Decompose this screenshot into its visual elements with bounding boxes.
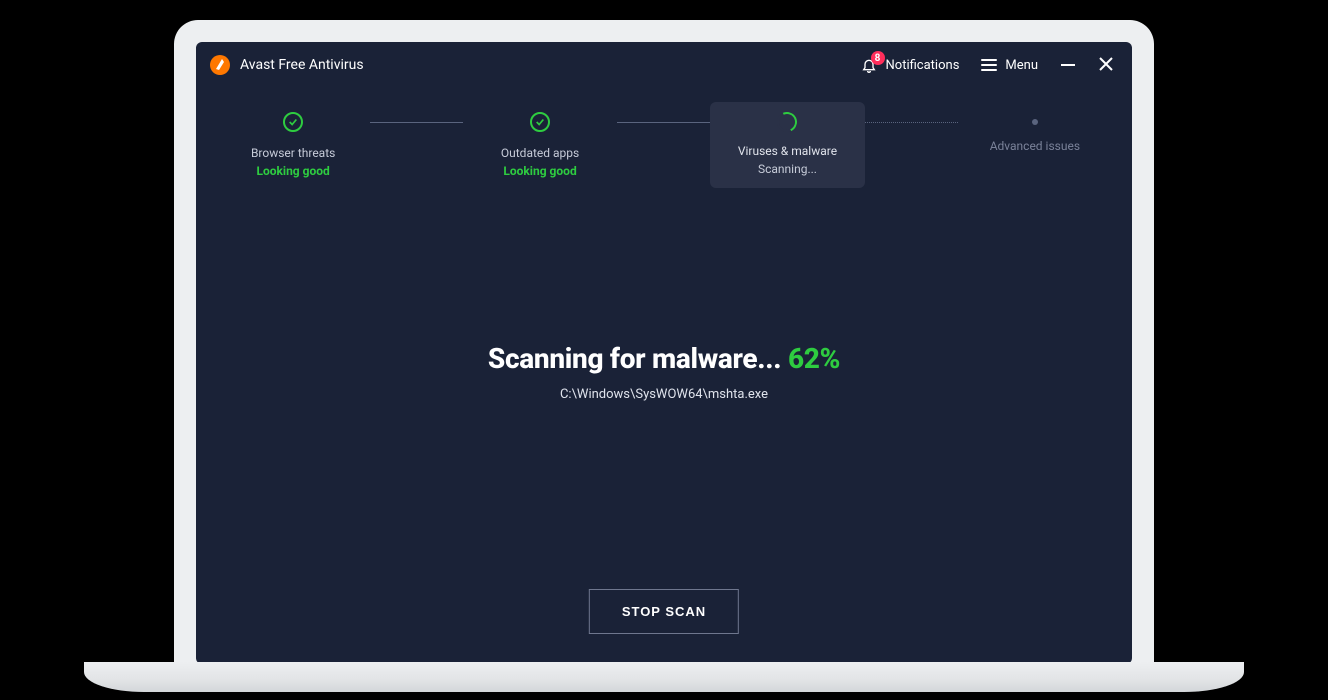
scan-status: Scanning for malware... 62% C:\Windows\S… (196, 342, 1132, 402)
hamburger-icon (981, 59, 997, 71)
menu-label: Menu (1005, 58, 1038, 73)
scan-headline: Scanning for malware... 62% (196, 342, 1132, 375)
headline-percent: 62% (788, 342, 840, 375)
step-connector (617, 122, 710, 123)
titlebar-right: 8 Notifications Menu (860, 56, 1115, 74)
step-status: Looking good (256, 164, 329, 178)
spinner-icon (775, 109, 801, 135)
titlebar: Avast Free Antivirus 8 Notifications Men… (196, 42, 1132, 88)
scan-steps: Browser threats Looking good Outdated ap… (196, 112, 1132, 188)
laptop-base (84, 662, 1244, 692)
stop-scan-button[interactable]: STOP SCAN (589, 589, 739, 634)
laptop-frame: Avast Free Antivirus 8 Notifications Men… (174, 20, 1154, 680)
check-circle-icon (283, 112, 303, 132)
close-icon (1099, 56, 1113, 75)
step-label: Viruses & malware (738, 144, 837, 158)
check-circle-icon (530, 112, 550, 132)
step-connector (370, 122, 463, 123)
notifications-label: Notifications (886, 58, 960, 73)
step-label: Outdated apps (501, 146, 579, 160)
menu-button[interactable]: Menu (981, 58, 1038, 73)
step-browser-threats: Browser threats Looking good (216, 112, 370, 178)
notifications-badge: 8 (871, 51, 885, 65)
step-label: Browser threats (251, 146, 335, 160)
step-advanced-issues: Advanced issues (958, 112, 1112, 153)
notifications-button[interactable]: 8 Notifications (860, 56, 960, 74)
minimize-button[interactable] (1060, 57, 1076, 73)
close-button[interactable] (1098, 57, 1114, 73)
step-connector-pending (865, 122, 958, 123)
step-status: Scanning... (758, 162, 817, 176)
app-window: Avast Free Antivirus 8 Notifications Men… (196, 42, 1132, 664)
step-label: Advanced issues (990, 139, 1080, 153)
pending-dot-icon (1032, 119, 1038, 125)
minimize-icon (1061, 64, 1075, 66)
avast-logo-icon (210, 55, 230, 75)
scan-current-file: C:\Windows\SysWOW64\mshta.exe (196, 387, 1132, 402)
headline-text: Scanning for malware... (488, 342, 788, 375)
bell-icon: 8 (860, 56, 878, 74)
step-status: Looking good (503, 164, 576, 178)
step-viruses-malware: Viruses & malware Scanning... (710, 102, 865, 188)
app-title: Avast Free Antivirus (240, 57, 364, 73)
step-outdated-apps: Outdated apps Looking good (463, 112, 617, 178)
